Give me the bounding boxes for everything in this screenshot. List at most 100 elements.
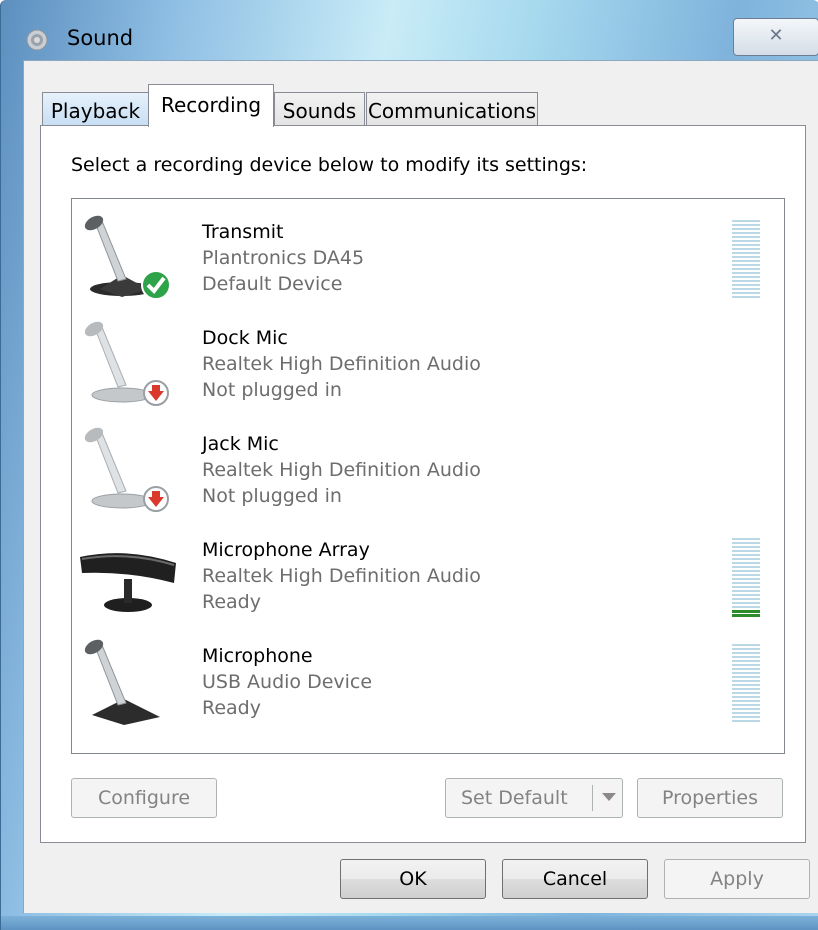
level-meter-segment [732, 704, 760, 706]
level-meter-segment [732, 542, 760, 544]
dialog-client-area: Playback Recording Sounds Communications… [23, 60, 818, 913]
level-meter-segment [732, 676, 760, 678]
device-description: Realtek High Definition Audio [202, 353, 481, 375]
level-meter-segment [732, 700, 760, 702]
level-meter-segment [732, 602, 760, 604]
level-meter-segment [732, 586, 760, 588]
level-meter [732, 642, 760, 722]
split-divider [592, 785, 593, 811]
device-description: Realtek High Definition Audio [202, 459, 481, 481]
microphone-icon [84, 639, 160, 725]
level-meter-segment [732, 288, 760, 290]
level-meter-segment [732, 240, 760, 242]
ok-button[interactable]: OK [340, 859, 486, 899]
level-meter-segment [732, 558, 760, 560]
level-meter-segment [732, 554, 760, 556]
level-meter-segment [732, 538, 760, 540]
device-description: USB Audio Device [202, 671, 373, 693]
level-meter-segment [732, 248, 760, 250]
tab-playback[interactable]: Playback [42, 92, 149, 126]
tab-sounds[interactable]: Sounds [274, 92, 365, 126]
level-meter-segment [732, 220, 760, 222]
level-meter-segment [732, 716, 760, 718]
level-meter-segment [732, 570, 760, 572]
level-meter-segment [732, 260, 760, 262]
device-status: Ready [202, 591, 261, 613]
level-meter-segment [732, 264, 760, 266]
device-item-jack-mic[interactable]: Jack Mic Realtek High Definition Audio N… [72, 413, 784, 519]
device-name: Microphone [202, 645, 313, 667]
level-meter-segment [732, 268, 760, 270]
speaker-app-icon [26, 29, 48, 51]
microphone-array-icon [80, 553, 176, 612]
device-item-dock-mic[interactable]: Dock Mic Realtek High Definition Audio N… [72, 307, 784, 413]
device-description: Realtek High Definition Audio [202, 565, 481, 587]
sound-window: Sound ✕ Playback Recording Sounds Commun… [0, 0, 818, 930]
level-meter-segment [732, 720, 760, 722]
level-meter-segment [732, 696, 760, 698]
level-meter-segment [732, 224, 760, 226]
device-item-microphone[interactable]: Microphone USB Audio Device Ready [72, 625, 784, 731]
level-meter-segment [732, 692, 760, 694]
level-meter-segment [732, 684, 760, 686]
microphone-unplugged-icon [84, 321, 169, 406]
cancel-button[interactable]: Cancel [502, 859, 648, 899]
level-meter-segment [732, 232, 760, 234]
properties-button[interactable]: Properties [637, 778, 783, 818]
level-meter-segment [732, 660, 760, 662]
level-meter-segment [732, 590, 760, 592]
level-meter-segment [732, 644, 760, 646]
tab-recording[interactable]: Recording [148, 84, 274, 127]
level-meter-segment [732, 284, 760, 286]
level-meter-segment [732, 272, 760, 274]
level-meter-segment [732, 550, 760, 552]
device-description: Plantronics DA45 [202, 247, 365, 269]
microphone-unplugged-icon [84, 427, 169, 512]
device-name: Transmit [202, 221, 284, 243]
level-meter [732, 218, 760, 298]
device-name: Jack Mic [202, 433, 279, 455]
device-status: Not plugged in [202, 379, 342, 401]
level-meter [732, 536, 760, 617]
level-meter-segment [732, 648, 760, 650]
device-status: Ready [202, 697, 261, 719]
device-name: Dock Mic [202, 327, 288, 349]
level-meter-segment [732, 562, 760, 564]
level-meter-segment [732, 252, 760, 254]
level-meter-segment [732, 236, 760, 238]
apply-button[interactable]: Apply [664, 859, 810, 899]
level-meter-segment [732, 244, 760, 246]
device-item-microphone-array[interactable]: Microphone Array Realtek High Definition… [72, 519, 784, 625]
level-meter-segment [732, 296, 760, 298]
recording-panel: Select a recording device below to modif… [40, 125, 806, 843]
close-button[interactable]: ✕ [733, 18, 818, 56]
instruction-text: Select a recording device below to modif… [71, 154, 588, 176]
level-meter-segment [732, 606, 760, 608]
level-meter-segment [732, 280, 760, 282]
level-meter-segment [732, 292, 760, 294]
level-meter-segment [732, 664, 760, 666]
level-meter-segment [732, 688, 760, 690]
device-item-transmit[interactable]: Transmit Plantronics DA45 Default Device [72, 201, 784, 307]
level-meter-segment [732, 680, 760, 682]
level-meter-segment [732, 256, 760, 258]
level-meter-segment [732, 546, 760, 548]
level-meter-segment [732, 582, 760, 584]
device-status: Default Device [202, 273, 343, 295]
level-meter-segment [732, 708, 760, 710]
device-name: Microphone Array [202, 539, 370, 561]
level-meter-segment [732, 594, 760, 596]
set-default-label: Set Default [461, 787, 568, 809]
chevron-down-icon[interactable] [602, 793, 616, 801]
level-meter-segment [732, 574, 760, 576]
level-meter-segment [732, 672, 760, 674]
level-meter-segment [732, 578, 760, 580]
recording-device-list[interactable]: Transmit Plantronics DA45 Default Device… [71, 198, 785, 754]
tab-communications[interactable]: Communications [366, 92, 538, 126]
level-meter-segment [732, 566, 760, 568]
configure-button[interactable]: Configure [71, 778, 217, 818]
level-meter-segment [732, 228, 760, 230]
level-meter-segment [732, 614, 760, 617]
set-default-button[interactable]: Set Default [445, 778, 623, 818]
level-meter-segment [732, 712, 760, 714]
